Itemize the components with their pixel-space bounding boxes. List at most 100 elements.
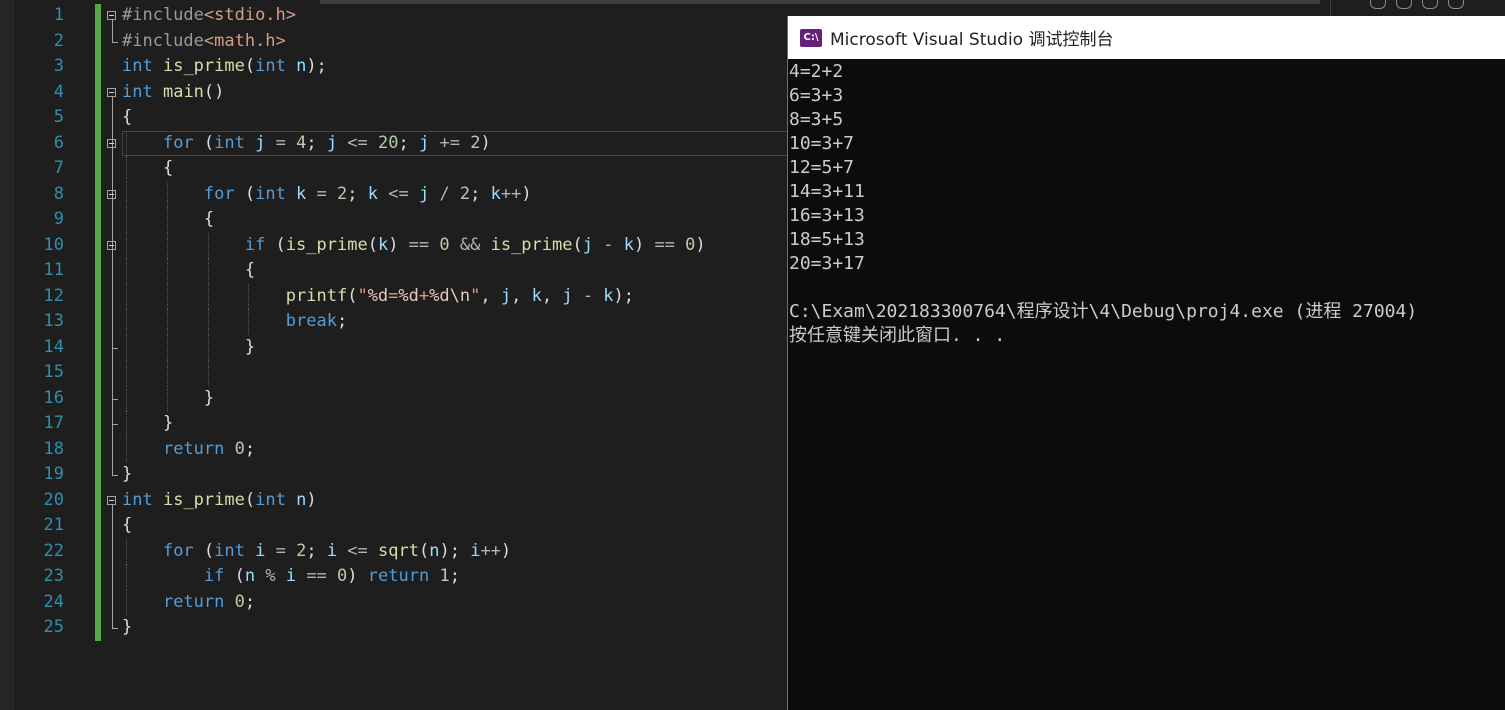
code-token: is_prime [285, 234, 368, 255]
code-line[interactable]: { [122, 207, 706, 233]
code-token: 1 [439, 566, 450, 586]
code-line[interactable]: } [122, 411, 706, 437]
code-token: == [644, 234, 686, 255]
code-token: ); [613, 285, 635, 306]
code-token: ; [306, 540, 327, 561]
grid-icon[interactable] [1422, 0, 1438, 9]
code-line[interactable]: for (int i = 2; i <= sqrt(n); i++) [122, 538, 706, 564]
code-token: } [122, 413, 174, 433]
code-line[interactable]: { [122, 105, 706, 131]
code-line[interactable]: } [122, 385, 706, 411]
collapse-icon[interactable] [107, 495, 116, 505]
indent-guide [166, 207, 168, 233]
code-token: %d [398, 285, 419, 306]
code-token: ( [193, 132, 215, 153]
line-number: 9 [53, 209, 64, 229]
code-token: += [429, 132, 471, 153]
indent-guide [166, 283, 168, 309]
code-token: = [265, 132, 297, 153]
indent-guide [126, 360, 127, 386]
line-number: 4 [53, 81, 64, 102]
code-line[interactable]: if (is_prime(k) == 0 && is_prime(j - k) … [122, 232, 706, 258]
code-line[interactable]: { [122, 258, 706, 284]
console-line: C:\Exam\202183300764\程序设计\4\Debug\proj4.… [789, 301, 1418, 322]
code-line[interactable]: for (int j = 4; j <= 20; j += 2) [122, 130, 706, 156]
collapse-icon[interactable] [107, 11, 116, 20]
code-line[interactable]: } [122, 462, 706, 488]
circle-icon[interactable] [1370, 0, 1386, 9]
collapse-icon[interactable] [107, 87, 116, 97]
code-token: i [285, 566, 297, 586]
fold-end [112, 41, 118, 43]
code-token: ) [633, 234, 645, 255]
code-token: ( [244, 56, 256, 76]
code-line[interactable]: int is_prime(int n) [122, 488, 706, 514]
code-token: j [582, 234, 593, 255]
line-number: 1 [53, 5, 64, 25]
code-token: 2 [470, 132, 481, 153]
code-line[interactable]: for (int k = 2; k <= j / 2; k++) [122, 181, 706, 207]
code-token: 0 [234, 591, 245, 612]
code-token: ; [398, 132, 419, 153]
code-line[interactable]: int is_prime(int n); [122, 54, 706, 80]
code-token: j [244, 132, 266, 153]
console-titlebar[interactable]: C:\ Microsoft Visual Studio 调试控制台 [788, 16, 1505, 59]
code-token: int [214, 132, 245, 153]
code-line[interactable]: if (n % i == 0) return 1; [122, 564, 706, 590]
code-line[interactable]: } [122, 334, 706, 360]
indent-guide [207, 360, 209, 386]
code-token: j [418, 132, 430, 153]
code-token: ; [244, 438, 256, 459]
indent-guide [207, 283, 209, 309]
code-token: } [122, 387, 215, 408]
code-text-area[interactable]: #include<stdio.h> #include<math.h> int is_… [122, 3, 706, 641]
line-number: 17 [43, 413, 64, 433]
line-number: 7 [53, 158, 64, 178]
code-token: ; [336, 311, 348, 331]
line-number: 25 [43, 617, 64, 637]
code-token: k [603, 285, 614, 306]
code-token: % [255, 566, 286, 586]
code-token: <= [337, 132, 379, 153]
line-number: 23 [43, 566, 64, 586]
code-token: " [470, 285, 481, 306]
code-token: k [490, 183, 501, 204]
console-line: 16=3+13 [789, 205, 865, 226]
code-line[interactable] [122, 360, 706, 386]
code-line[interactable]: break; [122, 309, 706, 335]
indent-guide [126, 436, 127, 462]
code-token: is_prime [490, 234, 573, 255]
code-token: ( [265, 234, 286, 255]
code-line[interactable]: } [122, 615, 706, 641]
code-line[interactable]: return 0; [122, 589, 706, 615]
code-line[interactable]: #include<stdio.h> [122, 3, 706, 29]
circle-icon[interactable] [1396, 0, 1412, 9]
indent-guide [126, 283, 127, 309]
code-line[interactable]: { [122, 156, 706, 182]
debug-console-window[interactable]: C:\ Microsoft Visual Studio 调试控制台 4=2+2 6… [787, 16, 1505, 710]
code-line[interactable]: { [122, 513, 706, 539]
line-number: 10 [43, 234, 64, 255]
code-line[interactable]: printf("%d=%d+%d\n", j, k, j - k); [122, 283, 706, 309]
collapse-icon[interactable] [107, 240, 116, 250]
code-token: n [244, 566, 256, 586]
collapse-icon[interactable] [107, 138, 116, 148]
indent-guide [126, 207, 127, 233]
collapse-icon[interactable] [107, 189, 116, 199]
console-line: 4=2+2 [789, 61, 844, 82]
code-line[interactable]: int main() [122, 80, 706, 106]
code-line[interactable]: return 0; [122, 436, 706, 462]
line-number-gutter: 1 2 3 4 5 6 7 8 9 10 11 12 13 14 15 16 17 18 19 20 21 22 23 24 2… [14, 3, 64, 641]
code-token: <stdio.h> [203, 5, 297, 25]
code-token: is_prime [162, 489, 245, 510]
fold-line [112, 20, 113, 42]
code-token: { [122, 260, 256, 280]
vs-console-icon: C:\ [800, 28, 822, 47]
code-line[interactable]: #include<math.h> [122, 29, 706, 55]
line-number: 2 [53, 30, 64, 51]
vs-logo-icon[interactable] [1448, 0, 1464, 9]
